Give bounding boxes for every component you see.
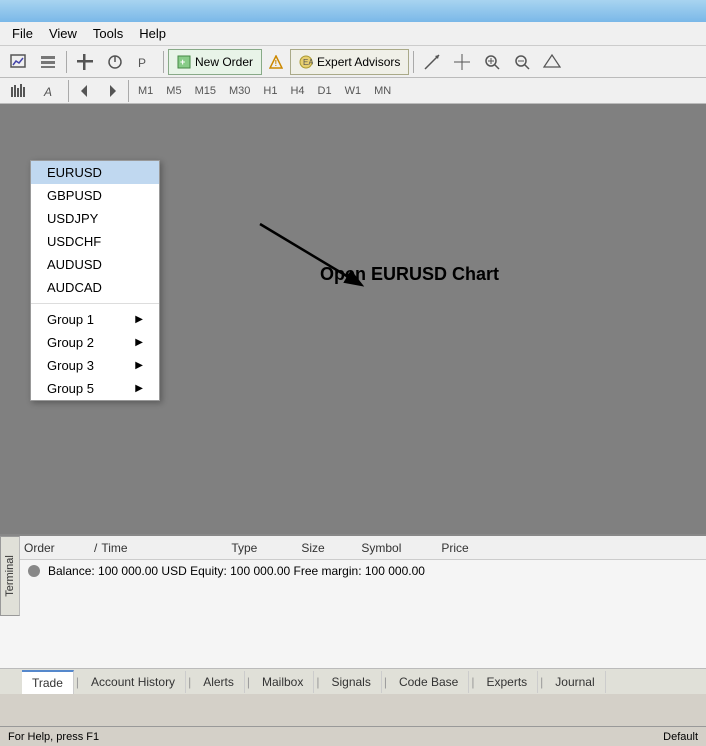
sep1: [66, 51, 67, 73]
tab-mailbox[interactable]: Mailbox: [252, 671, 314, 693]
sep-6: |: [469, 675, 476, 689]
tab-trade[interactable]: Trade: [22, 670, 74, 694]
tf-w1[interactable]: W1: [339, 82, 368, 100]
tf-h1[interactable]: H1: [257, 82, 283, 100]
col-divider: /: [94, 541, 97, 555]
col-size: Size: [301, 541, 361, 555]
expert-advisors-button[interactable]: EA Expert Advisors: [290, 49, 409, 75]
col-symbol: Symbol: [361, 541, 441, 555]
dropdown-usdchf[interactable]: USDCHF: [31, 230, 159, 253]
dropdown-gbpusd[interactable]: GBPUSD: [31, 184, 159, 207]
toolbar-new-chart[interactable]: [4, 49, 32, 75]
dropdown-audusd[interactable]: AUDUSD: [31, 253, 159, 276]
balance-text: Balance: 100 000.00 USD Equity: 100 000.…: [48, 564, 425, 578]
chart-area: EURUSD GBPUSD USDJPY USDCHF AUDUSD AUDCA…: [0, 104, 706, 534]
terminal-label: Terminal: [4, 555, 16, 597]
tf-sep1: [68, 80, 69, 102]
status-left: For Help, press F1: [8, 731, 663, 743]
sep-2: |: [186, 675, 193, 689]
tab-experts[interactable]: Experts: [476, 671, 538, 693]
tf-m5[interactable]: M5: [160, 82, 187, 100]
dropdown-group3[interactable]: Group 3 ▶: [31, 354, 159, 377]
symbol-dropdown: EURUSD GBPUSD USDJPY USDCHF AUDUSD AUDCA…: [30, 160, 160, 401]
status-right: Default: [663, 731, 698, 743]
toolbar: P + New Order ! EA Expert Advisors: [0, 46, 706, 78]
tf-sep2: [128, 80, 129, 102]
sep-5: |: [382, 675, 389, 689]
title-bar: [0, 0, 706, 22]
annotation-arrow: [140, 214, 440, 334]
menu-help[interactable]: Help: [131, 24, 174, 43]
dropdown-group1[interactable]: Group 1 ▶: [31, 308, 159, 331]
balance-row: Balance: 100 000.00 USD Equity: 100 000.…: [0, 560, 706, 582]
sep-7: |: [538, 675, 545, 689]
toolbar-indicators[interactable]: [101, 49, 129, 75]
col-time: Time: [101, 541, 231, 555]
balance-icon: [28, 565, 40, 577]
dropdown-audcad[interactable]: AUDCAD: [31, 276, 159, 299]
tf-arrow-right[interactable]: [99, 78, 125, 104]
timeframe-bar: A M1 M5 M15 M30 H1 H4 D1 W1 MN: [0, 78, 706, 104]
status-bar: For Help, press F1 Default: [0, 726, 706, 746]
bottom-panel: Order / Time Type Size Symbol Price Bala…: [0, 534, 706, 694]
new-order-button[interactable]: + New Order: [168, 49, 262, 75]
new-order-label: New Order: [195, 55, 253, 69]
svg-text:EA: EA: [303, 58, 313, 67]
sep2: [163, 51, 164, 73]
tf-font-icon[interactable]: A: [37, 78, 65, 104]
toolbar-crosshair[interactable]: [448, 49, 476, 75]
tf-h4[interactable]: H4: [284, 82, 310, 100]
dropdown-usdjpy[interactable]: USDJPY: [31, 207, 159, 230]
tf-icon[interactable]: [4, 78, 32, 104]
toolbar-zoom-in[interactable]: [71, 49, 99, 75]
tab-codebase[interactable]: Code Base: [389, 671, 469, 693]
toolbar-profiles[interactable]: [34, 49, 62, 75]
toolbar-scroll[interactable]: [538, 49, 566, 75]
expert-advisors-label: Expert Advisors: [317, 55, 400, 69]
terminal-side-tab[interactable]: Terminal: [0, 536, 20, 616]
dropdown-group2[interactable]: Group 2 ▶: [31, 331, 159, 354]
tab-journal[interactable]: Journal: [545, 671, 605, 693]
toolbar-line[interactable]: [418, 49, 446, 75]
toolbar-alert[interactable]: !: [264, 49, 288, 75]
col-price: Price: [441, 541, 521, 555]
sep3: [413, 51, 414, 73]
annotation-text: Open EURUSD Chart: [320, 264, 499, 285]
tf-d1[interactable]: D1: [312, 82, 338, 100]
sep-1: |: [74, 675, 81, 689]
toolbar-zoomout[interactable]: [508, 49, 536, 75]
menu-file[interactable]: File: [4, 24, 41, 43]
svg-text:!: !: [275, 59, 278, 68]
tab-account-history[interactable]: Account History: [81, 671, 186, 693]
toolbar-zoom[interactable]: [478, 49, 506, 75]
col-type: Type: [231, 541, 301, 555]
sep-3: |: [245, 675, 252, 689]
svg-text:P: P: [138, 56, 146, 70]
menu-tools[interactable]: Tools: [85, 24, 131, 43]
sep-4: |: [314, 675, 321, 689]
dropdown-group5[interactable]: Group 5 ▶: [31, 377, 159, 400]
menu-bar: File View Tools Help: [0, 22, 706, 46]
tf-arrow-left[interactable]: [72, 78, 98, 104]
col-order: Order: [24, 541, 94, 555]
tab-alerts[interactable]: Alerts: [193, 671, 245, 693]
table-header: Order / Time Type Size Symbol Price: [0, 536, 706, 560]
dropdown-eurusd[interactable]: EURUSD: [31, 161, 159, 184]
tab-signals[interactable]: Signals: [321, 671, 381, 693]
svg-text:A: A: [43, 85, 52, 99]
dropdown-sep: [31, 303, 159, 304]
tf-mn[interactable]: MN: [368, 82, 397, 100]
tf-m15[interactable]: M15: [189, 82, 222, 100]
toolbar-period-sep[interactable]: P: [131, 49, 159, 75]
svg-text:+: +: [180, 57, 185, 67]
tf-m30[interactable]: M30: [223, 82, 256, 100]
tf-m1[interactable]: M1: [132, 82, 159, 100]
menu-view[interactable]: View: [41, 24, 85, 43]
bottom-tabs: Trade | Account History | Alerts | Mailb…: [0, 668, 706, 694]
